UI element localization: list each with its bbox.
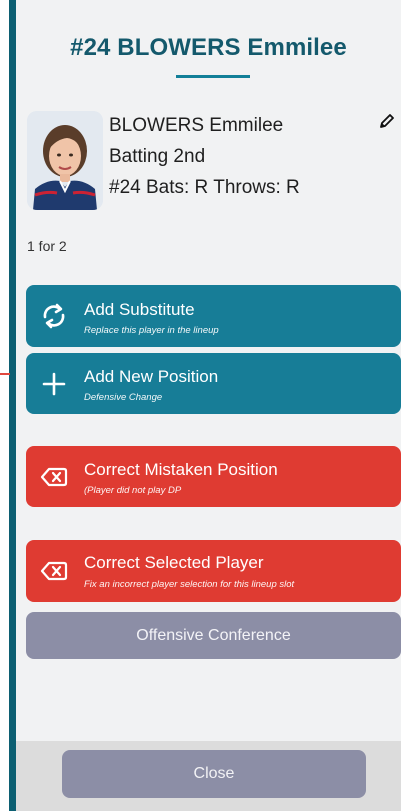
player-photo-image [27, 111, 103, 210]
correct-mistaken-position-label: Correct Mistaken Position [84, 460, 278, 479]
player-name: BLOWERS Emmilee [109, 115, 284, 136]
batting-order: Batting 2nd [109, 146, 206, 167]
correct-mistaken-position-button[interactable]: Correct Mistaken Position (Player did no… [26, 446, 401, 507]
offensive-conference-button[interactable]: Offensive Conference [26, 612, 401, 659]
backspace-x-icon [40, 561, 68, 581]
left-marker [0, 373, 10, 375]
player-panel: #24 BLOWERS Emmilee BLOWERS Emmilee Batt… [16, 0, 401, 811]
player-info: BLOWERS Emmilee Batting 2nd #24 Bats: R … [109, 110, 300, 203]
pencil-icon[interactable] [378, 112, 396, 130]
add-new-position-subtitle: Defensive Change [84, 392, 163, 403]
player-photo [27, 111, 103, 210]
plus-icon [42, 372, 66, 396]
number-bats-throws: #24 Bats: R Throws: R [109, 177, 300, 198]
page-title: #24 BLOWERS Emmilee [70, 34, 347, 61]
panel-border [9, 0, 16, 811]
add-substitute-label: Add Substitute [84, 300, 195, 319]
correct-selected-player-label: Correct Selected Player [84, 553, 264, 572]
correct-mistaken-position-subtitle: (Player did not play DP [84, 485, 182, 496]
footer-bar: Close [16, 741, 401, 811]
add-substitute-button[interactable]: Add Substitute Replace this player in th… [26, 285, 401, 347]
add-new-position-button[interactable]: Add New Position Defensive Change [26, 353, 401, 414]
add-substitute-subtitle: Replace this player in the lineup [84, 325, 219, 336]
correct-selected-player-subtitle: Fix an incorrect player selection for th… [84, 579, 295, 590]
add-new-position-label: Add New Position [84, 367, 219, 386]
title-underline [176, 75, 250, 78]
swap-icon [43, 303, 65, 329]
at-bat-count: 1 for 2 [27, 238, 67, 254]
backspace-x-icon [40, 467, 68, 487]
left-edge [0, 0, 9, 811]
correct-selected-player-button[interactable]: Correct Selected Player Fix an incorrect… [26, 540, 401, 602]
close-button[interactable]: Close [62, 750, 366, 798]
